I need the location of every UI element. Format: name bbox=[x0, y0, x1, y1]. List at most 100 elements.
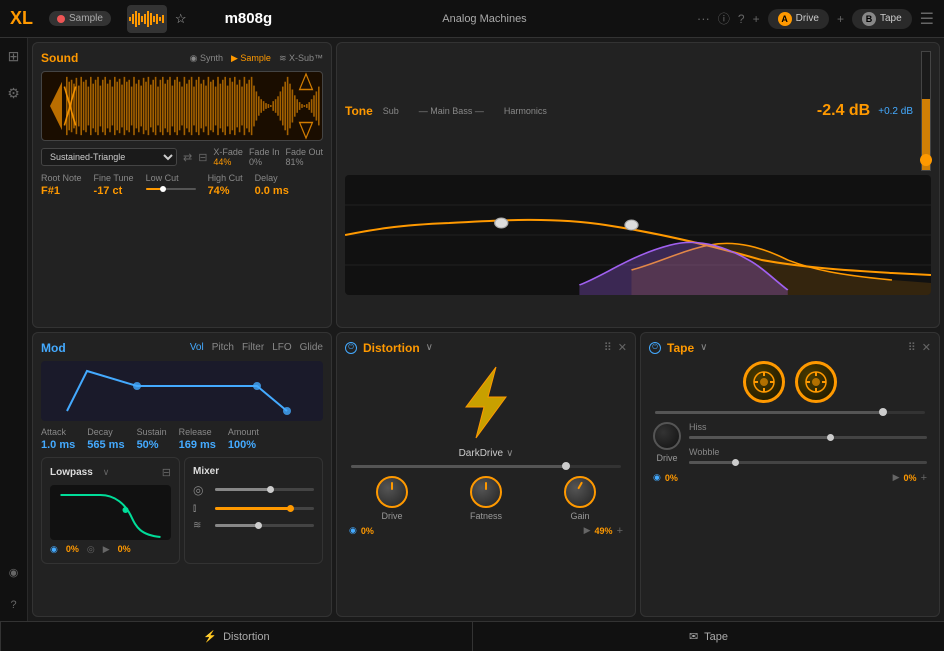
tape-add[interactable]: + bbox=[921, 472, 927, 484]
glide-tab[interactable]: Glide bbox=[300, 342, 323, 353]
dist-add[interactable]: + bbox=[617, 525, 623, 537]
vol-tab[interactable]: Vol bbox=[190, 342, 204, 353]
mixer-title: Mixer bbox=[193, 466, 219, 477]
tone-db: -2.4 dB bbox=[817, 102, 870, 120]
hiss-label: Hiss bbox=[689, 422, 927, 432]
sustain-group: Sustain 50% bbox=[137, 427, 167, 451]
mixer-slider-2[interactable] bbox=[215, 507, 314, 510]
sample-button[interactable]: Sample bbox=[49, 11, 111, 26]
tape-title: Tape bbox=[667, 341, 694, 355]
tape-drive-knob[interactable] bbox=[653, 422, 681, 450]
sliders-icon[interactable]: ⚙ bbox=[7, 85, 20, 102]
wobble-label: Wobble bbox=[689, 447, 927, 457]
sound-params: Root Note F#1 Fine Tune -17 ct Low Cut H… bbox=[41, 173, 323, 197]
hamburger-icon[interactable]: ☰ bbox=[920, 9, 934, 29]
low-cut-slider[interactable] bbox=[146, 188, 196, 190]
drive-knob[interactable] bbox=[376, 476, 408, 508]
xsub-mode[interactable]: ≋ X-Sub™ bbox=[279, 53, 323, 64]
lowpass-title: Lowpass bbox=[50, 467, 93, 478]
filter-tab[interactable]: Filter bbox=[242, 342, 264, 353]
distortion-main-slider[interactable] bbox=[351, 465, 621, 468]
wobble-slider[interactable] bbox=[689, 461, 927, 464]
mixer-slider-3[interactable] bbox=[215, 524, 314, 527]
tape-knob-right[interactable] bbox=[795, 361, 837, 403]
fadeout-control: Fade Out 81% bbox=[285, 147, 323, 167]
tape-drive-knob-group: Drive bbox=[653, 422, 681, 463]
wave-icon: ⫾ bbox=[193, 503, 209, 514]
tape-pill[interactable]: B Tape bbox=[852, 9, 912, 29]
tape-knob-left[interactable] bbox=[743, 361, 785, 403]
tape-close[interactable]: ✕ bbox=[922, 341, 931, 354]
tape-key: B bbox=[862, 12, 876, 26]
tape-play[interactable]: ▶ bbox=[893, 472, 900, 483]
mod-tabs: Vol Pitch Filter LFO Glide bbox=[190, 342, 323, 353]
preset-select[interactable]: Sustained-Triangle bbox=[41, 148, 177, 166]
main-area: ⊞ ⚙ ◉ ? Sound ◉ Synth ▶ Sample ≋ X-Sub™ bbox=[0, 38, 944, 621]
distortion-dropdown[interactable]: ∨ bbox=[426, 342, 433, 353]
release-group: Release 169 ms bbox=[179, 427, 216, 451]
distortion-header: ⏻ Distortion ∨ ⠿ ✕ bbox=[345, 341, 627, 355]
tape-values: ◉ 0% ▶ 0% + bbox=[649, 472, 931, 484]
loop-icon[interactable]: ⇄ bbox=[183, 151, 192, 164]
favorite-star[interactable]: ☆ bbox=[175, 11, 187, 27]
dist-play[interactable]: ▶ bbox=[584, 525, 591, 536]
distortion-power[interactable]: ⏻ bbox=[345, 342, 357, 354]
mixer-row-2: ⫾ bbox=[193, 503, 314, 514]
tape-tab-label: Tape bbox=[704, 631, 728, 643]
drive-knob-label: Drive bbox=[376, 511, 408, 521]
slice-icon[interactable]: ⊟ bbox=[198, 151, 207, 164]
tape-drag[interactable]: ⠿ bbox=[908, 341, 916, 354]
tape-power2[interactable]: ◉ bbox=[653, 472, 661, 483]
bottom-tab-distortion[interactable]: ⚡ Distortion bbox=[0, 622, 473, 651]
fatness-knob-label: Fatness bbox=[470, 511, 502, 521]
help-icon[interactable]: ? bbox=[10, 599, 16, 611]
mixer-header: Mixer bbox=[193, 466, 314, 477]
lowpass-power[interactable]: ◉ bbox=[50, 544, 58, 555]
preset-group: Analog Machines bbox=[280, 13, 689, 25]
mixer-slider-1[interactable] bbox=[215, 488, 314, 491]
root-note-group: Root Note F#1 bbox=[41, 173, 82, 197]
tape-main-slider-area bbox=[649, 411, 931, 414]
distortion-drag[interactable]: ⠿ bbox=[604, 341, 612, 354]
sample-label: Sample bbox=[69, 13, 103, 24]
distortion-preset[interactable]: DarkDrive bbox=[459, 448, 503, 459]
distortion-values: ◉ 0% ▶ 49% + bbox=[345, 525, 627, 537]
tape-val2: 0% bbox=[904, 473, 917, 483]
tone-header: Tone Sub — Main Bass — Harmonics -2.4 dB… bbox=[345, 51, 931, 171]
lowpass-settings[interactable]: ⊟ bbox=[162, 466, 171, 479]
dist-power2[interactable]: ◉ bbox=[349, 525, 357, 536]
tape-power[interactable]: ⏻ bbox=[649, 342, 661, 354]
sustain-label: Sustain bbox=[137, 427, 167, 437]
add-chain2-icon[interactable]: + bbox=[837, 12, 844, 26]
tape-controls: Drive Hiss Wobble bbox=[649, 422, 931, 464]
mixer-row-3: ≋ bbox=[193, 520, 314, 531]
distortion-close[interactable]: ✕ bbox=[618, 341, 627, 354]
sample-mode[interactable]: ▶ Sample bbox=[231, 53, 271, 64]
add-chain-icon[interactable]: + bbox=[753, 12, 760, 26]
settings-icon[interactable]: ◉ bbox=[9, 566, 19, 579]
info-icon[interactable]: ⓘ bbox=[718, 10, 730, 27]
tape-dropdown[interactable]: ∨ bbox=[700, 342, 707, 353]
release-value: 169 ms bbox=[179, 439, 216, 451]
pitch-tab[interactable]: Pitch bbox=[212, 342, 234, 353]
synth-mode[interactable]: ◉ Synth bbox=[190, 53, 223, 64]
distortion-panel: ⏻ Distortion ∨ ⠿ ✕ DarkDrive ∨ bbox=[336, 332, 636, 618]
question-icon[interactable]: ? bbox=[738, 12, 745, 26]
more-options[interactable]: ··· bbox=[697, 11, 710, 26]
fine-tune-value: -17 ct bbox=[94, 185, 134, 197]
distortion-preset-arrow[interactable]: ∨ bbox=[506, 448, 513, 459]
lowpass-dropdown[interactable]: ∨ bbox=[103, 467, 110, 478]
bottom-tab-tape[interactable]: ✉ Tape bbox=[473, 622, 944, 651]
hiss-slider[interactable] bbox=[689, 436, 927, 439]
grid-icon[interactable]: ⊞ bbox=[8, 48, 20, 65]
harmonics-label: Harmonics bbox=[504, 106, 547, 116]
tape-main-slider[interactable] bbox=[655, 411, 925, 414]
attack-value: 1.0 ms bbox=[41, 439, 75, 451]
fine-tune-group: Fine Tune -17 ct bbox=[94, 173, 134, 197]
lfo-tab[interactable]: LFO bbox=[272, 342, 291, 353]
lowpass-val2: 0% bbox=[118, 544, 131, 555]
gain-knob[interactable] bbox=[564, 476, 596, 508]
fatness-knob[interactable] bbox=[470, 476, 502, 508]
sub-icon: ≋ bbox=[193, 520, 209, 531]
drive-pill[interactable]: A Drive bbox=[768, 9, 829, 29]
